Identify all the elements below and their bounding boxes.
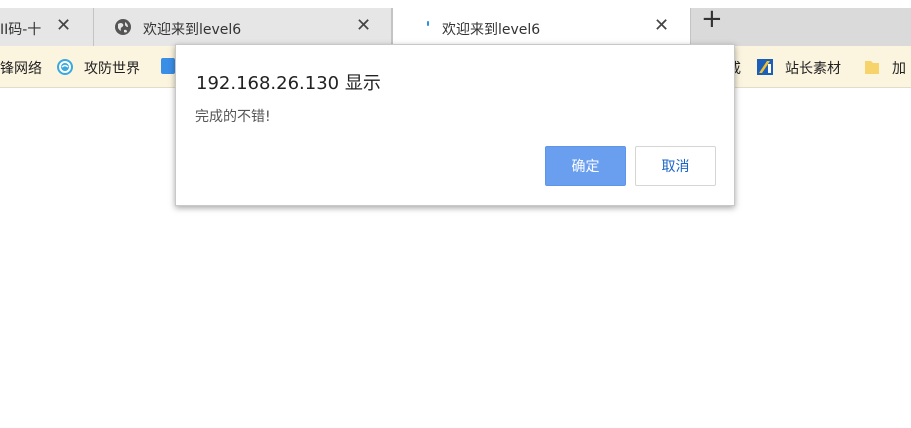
- globe-icon: [115, 19, 131, 35]
- dialog-message: 完成的不错!: [195, 109, 271, 125]
- ok-button[interactable]: 确定: [545, 146, 626, 186]
- cancel-button[interactable]: 取消: [635, 146, 716, 186]
- alert-dialog: 192.168.26.130 显示 完成的不错! 确定 取消: [175, 44, 735, 206]
- tab-title: 欢迎来到level6: [143, 22, 242, 38]
- tab-title: II码-十: [0, 22, 42, 38]
- bookmark-item[interactable]: 加: [892, 58, 906, 78]
- tab-3[interactable]: 欢迎来到level6 ✕: [392, 8, 691, 46]
- new-tab-button[interactable]: +: [701, 6, 723, 32]
- bookmark-item[interactable]: 站长素材: [785, 58, 841, 78]
- folder-icon: [865, 61, 879, 74]
- tab-1[interactable]: II码-十 ✕: [0, 8, 94, 46]
- folder-icon: [161, 58, 175, 74]
- dialog-title: 192.168.26.130 显示: [196, 73, 381, 94]
- globe-icon: [57, 59, 73, 75]
- bookmark-item[interactable]: 攻防世界: [84, 58, 140, 78]
- tab-close-icon[interactable]: ✕: [654, 16, 669, 36]
- tab-2[interactable]: 欢迎来到level6 ✕: [94, 8, 392, 46]
- loading-icon: [427, 21, 429, 26]
- tab-close-icon[interactable]: ✕: [356, 16, 371, 36]
- tab-title: 欢迎来到level6: [442, 22, 541, 38]
- site-logo-icon: [757, 59, 773, 75]
- tab-bar: II码-十 ✕ 欢迎来到level6 ✕ 欢迎来到level6 ✕ +: [0, 0, 911, 46]
- bookmark-item[interactable]: 锋网络: [0, 58, 42, 78]
- tab-close-icon[interactable]: ✕: [56, 16, 71, 36]
